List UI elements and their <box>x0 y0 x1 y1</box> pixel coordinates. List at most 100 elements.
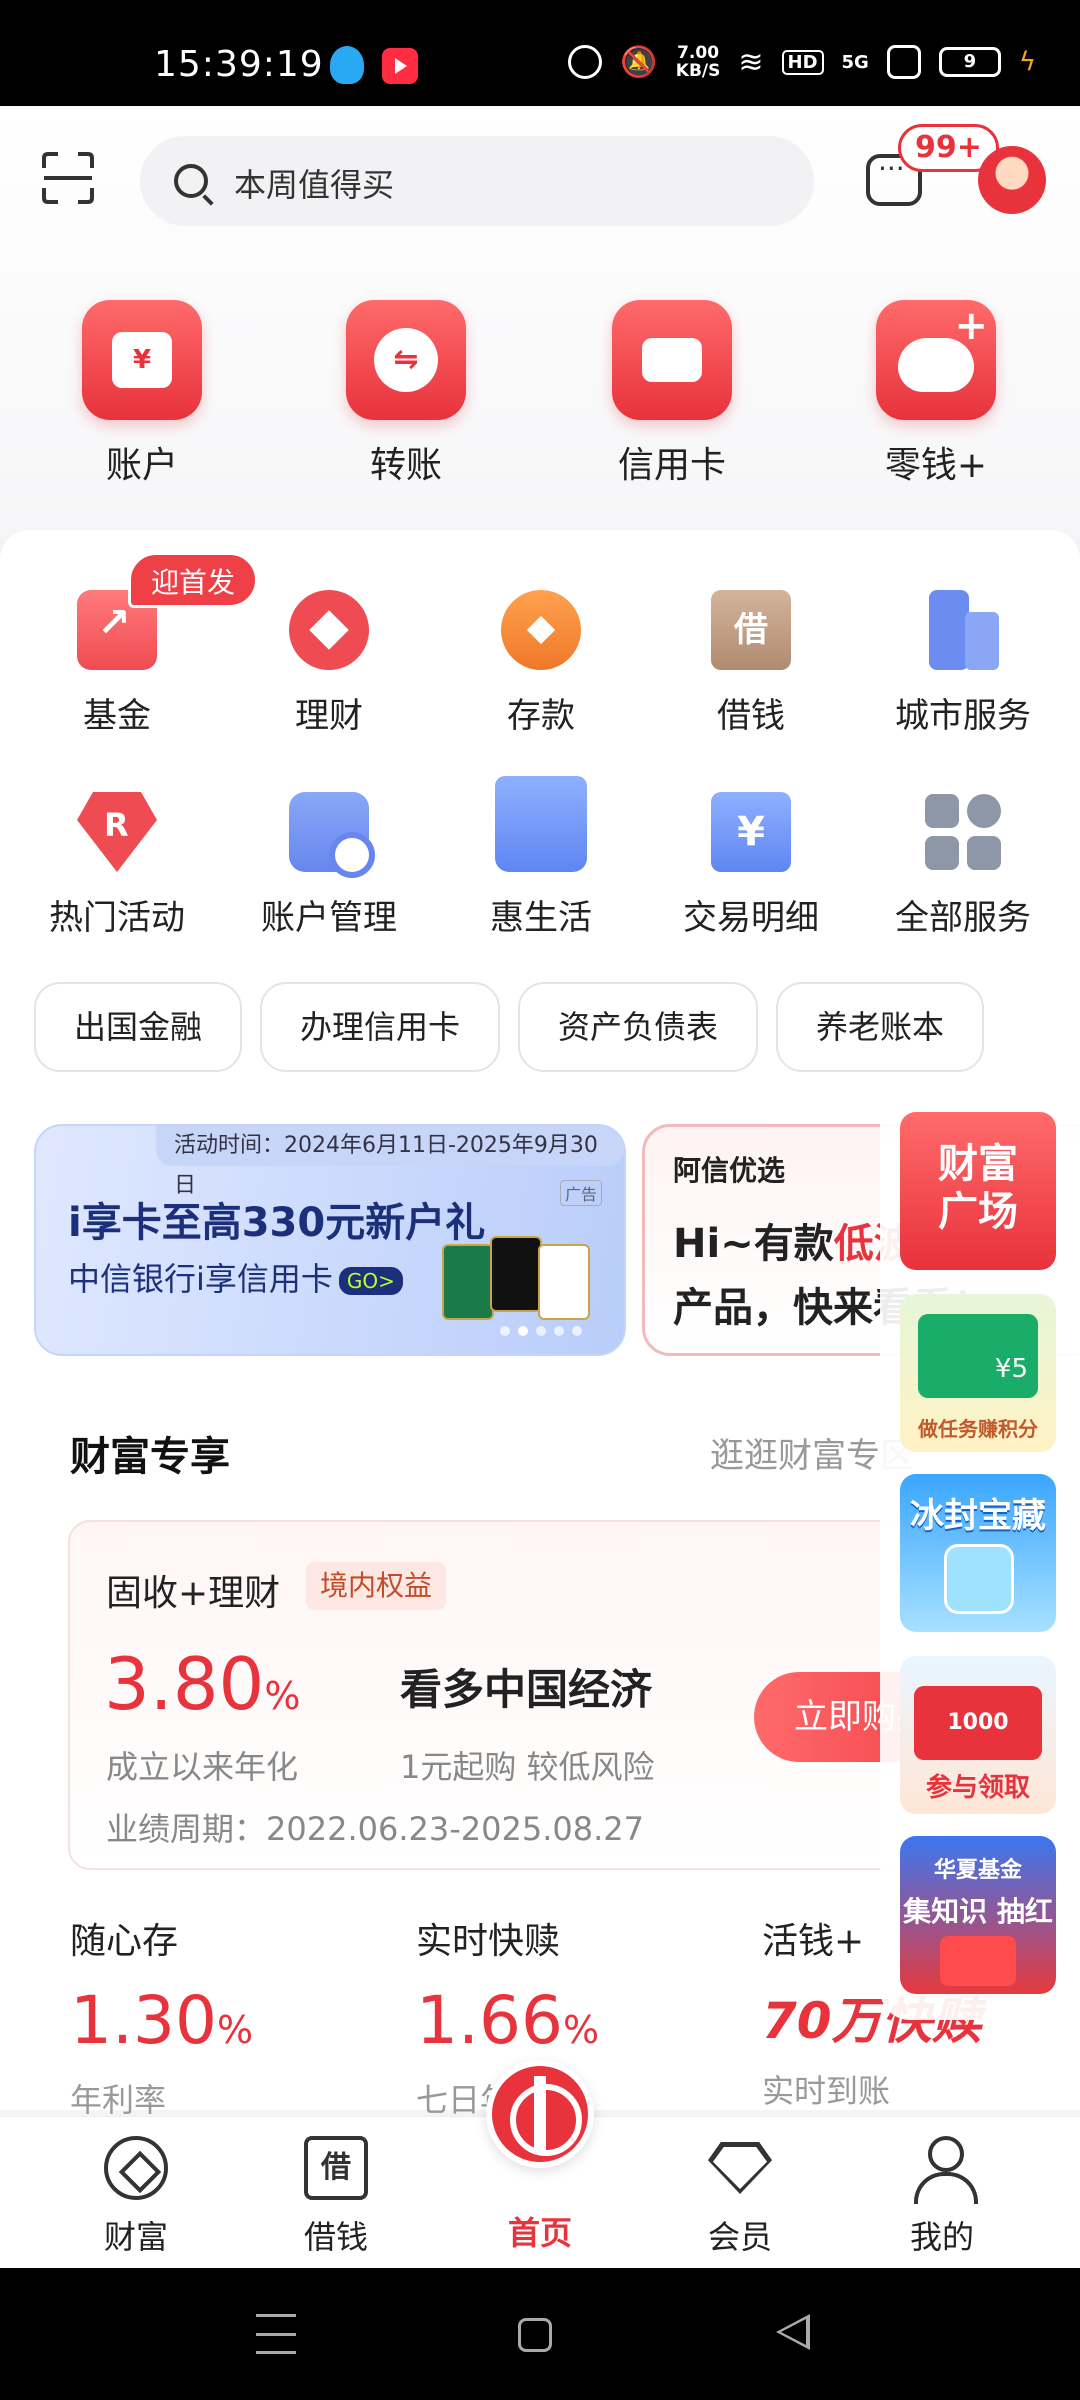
service-wealth-management[interactable]: 理财 <box>234 590 424 737</box>
topnav-label: 账户 <box>105 445 178 486</box>
mini-product-flexible-deposit[interactable]: 随心存 1.30% 年利率 <box>70 1912 253 2121</box>
credit-cards-image <box>442 1236 592 1320</box>
mini-title: 实时快赎 <box>416 1921 561 1962</box>
topnav-account[interactable]: ¥ 账户 <box>82 300 202 488</box>
service-hot-activity[interactable]: 热门活动 <box>22 792 212 939</box>
rail-task-points[interactable]: ¥5 做任务赚积分 <box>900 1294 1056 1452</box>
loan-tab-icon: 借 <box>304 2136 368 2200</box>
rail-text: 冰封宝藏 <box>910 1496 1046 1536</box>
product-rate-value: 3.80 <box>104 1642 265 1726</box>
topnav-label: 信用卡 <box>617 445 726 486</box>
tab-profile[interactable]: 我的 <box>872 2136 1012 2258</box>
go-badge: GO> <box>338 1267 403 1295</box>
charging-icon: ϟ <box>1018 47 1036 77</box>
rail-wealth-plaza[interactable]: 财富 广场 <box>900 1112 1056 1270</box>
status-bar: 15:39:19 🔕 7.00 KB/S ≋ HD 5G 9 ϟ <box>0 0 1080 106</box>
tab-wealth[interactable]: 财富 <box>66 2136 206 2258</box>
mini-rate-value: 1.30 <box>70 1982 217 2059</box>
city-service-icon <box>923 590 1003 670</box>
tab-member[interactable]: 会员 <box>670 2136 810 2258</box>
wealth-management-icon <box>289 590 369 670</box>
account-management-icon <box>289 792 375 878</box>
carousel-dots <box>500 1326 582 1336</box>
rail-text: 华夏基金 <box>933 1858 1022 1883</box>
system-nav-bar <box>0 2268 1080 2400</box>
service-transaction-detail[interactable]: ¥ 交易明细 <box>656 792 846 939</box>
search-icon <box>174 164 208 198</box>
service-city[interactable]: 城市服务 <box>868 590 1058 737</box>
mini-desc: 实时到账 <box>762 2072 891 2110</box>
search-placeholder: 本周值得买 <box>234 166 395 204</box>
all-services-icon <box>923 792 1003 872</box>
banner-line1: Hi~有款低波 <box>673 1211 914 1269</box>
member-tab-icon <box>708 2136 772 2200</box>
mini-rate-unit: % <box>216 2008 254 2052</box>
mascot-avatar[interactable] <box>978 146 1046 214</box>
service-fund[interactable]: 基金 <box>22 590 212 737</box>
product-rate-desc: 成立以来年化 <box>106 1748 299 1786</box>
hot-activity-icon <box>77 792 157 872</box>
chip-overseas-finance[interactable]: 出国金融 <box>34 982 243 1072</box>
hd-icon: HD <box>781 49 824 75</box>
tab-label: 会员 <box>707 2218 772 2256</box>
rail-text: 财富 广场 <box>938 1141 1018 1235</box>
cell-signal-icon: 5G <box>841 51 869 73</box>
qq-notification-icon <box>330 46 364 84</box>
home-logo-icon[interactable] <box>486 2060 594 2168</box>
product-name: 固收+理财 <box>106 1573 281 1614</box>
service-label: 城市服务 <box>895 696 1031 736</box>
banner-subtitle: 中信银行i享信用卡 GO> <box>68 1254 403 1300</box>
topnav-label: 转账 <box>369 445 442 486</box>
tab-label: 首页 <box>507 2214 572 2252</box>
credit-card-icon <box>642 338 702 382</box>
service-all[interactable]: 全部服务 <box>868 792 1058 939</box>
ad-label: 广告 <box>559 1180 602 1206</box>
ice-cube-icon <box>944 1544 1014 1614</box>
service-account-management[interactable]: 账户管理 <box>234 792 424 939</box>
chip-pension-ledger[interactable]: 养老账本 <box>776 982 985 1072</box>
product-headline-sub: 1元起购 较低风险 <box>400 1748 655 1786</box>
service-label: 借钱 <box>717 696 785 736</box>
chip-balance-sheet[interactable]: 资产负债表 <box>518 982 759 1072</box>
battery-icon: 9 <box>938 47 1001 77</box>
scan-icon[interactable] <box>40 150 96 206</box>
topnav-credit-card[interactable]: 信用卡 <box>612 300 732 488</box>
service-loan[interactable]: 借 借钱 <box>656 590 846 737</box>
rail-huaxia-fund[interactable]: 华夏基金 集知识 抽红包 <box>900 1836 1056 1994</box>
topnav-transfer[interactable]: ⇋ 转账 <box>346 300 466 488</box>
credit-card-banner[interactable]: 活动时间：2024年6月11日-2025年9月30日 广告 i享卡至高330元新… <box>34 1124 626 1356</box>
service-life[interactable]: 惠生活 <box>446 776 636 939</box>
service-label: 交易明细 <box>683 898 819 938</box>
wealth-title: 财富专享 <box>70 1434 230 1480</box>
status-icons: 🔕 7.00 KB/S ≋ HD 5G 9 ϟ <box>568 44 1036 80</box>
banner-line1-a: Hi~有款 <box>673 1221 834 1267</box>
wifi-icon: ≋ <box>738 44 764 80</box>
home-button-icon[interactable] <box>518 2318 552 2352</box>
topnav-change-plus[interactable]: + 零钱+ <box>876 300 996 488</box>
quick-chips: 出国金融 办理信用卡 资产负债表 养老账本 <box>34 982 985 1072</box>
transfer-icon: ⇋ <box>374 328 438 392</box>
service-label: 全部服务 <box>895 898 1031 938</box>
product-card[interactable]: 固收+理财 境内权益 3.80% 成立以来年化 看多中国经济 1元起购 较低风险… <box>68 1520 974 1870</box>
mini-rate: 1.30% <box>70 1986 253 2065</box>
red-packet-icon: 1000 <box>914 1686 1042 1760</box>
chip-apply-credit-card[interactable]: 办理信用卡 <box>260 982 501 1072</box>
status-time: 15:39:19 <box>154 44 324 85</box>
search-bar[interactable]: 本周值得买 <box>140 136 814 226</box>
banner-subtitle-text: 中信银行i享信用卡 <box>68 1260 333 1298</box>
service-label: 存款 <box>507 696 575 736</box>
product-tag: 境内权益 <box>306 1562 447 1610</box>
product-rate-unit: % <box>264 1674 301 1718</box>
banner-period: 活动时间：2024年6月11日-2025年9月30日 <box>156 1126 624 1198</box>
back-button-icon[interactable] <box>776 2314 810 2350</box>
video-notification-icon <box>382 48 418 84</box>
security-icon <box>886 45 921 79</box>
recent-apps-icon[interactable] <box>256 2314 296 2354</box>
tab-loan[interactable]: 借 借钱 <box>266 2136 406 2258</box>
service-deposit[interactable]: 存款 <box>446 590 636 737</box>
mini-desc: 年利率 <box>70 2081 167 2119</box>
rail-ice-treasure[interactable]: 冰封宝藏 <box>900 1474 1056 1632</box>
rail-join-claim[interactable]: 1000 参与领取 <box>900 1656 1056 1814</box>
tab-home[interactable]: 首页 <box>470 2196 610 2254</box>
mini-rate-unit: % <box>562 2008 600 2052</box>
